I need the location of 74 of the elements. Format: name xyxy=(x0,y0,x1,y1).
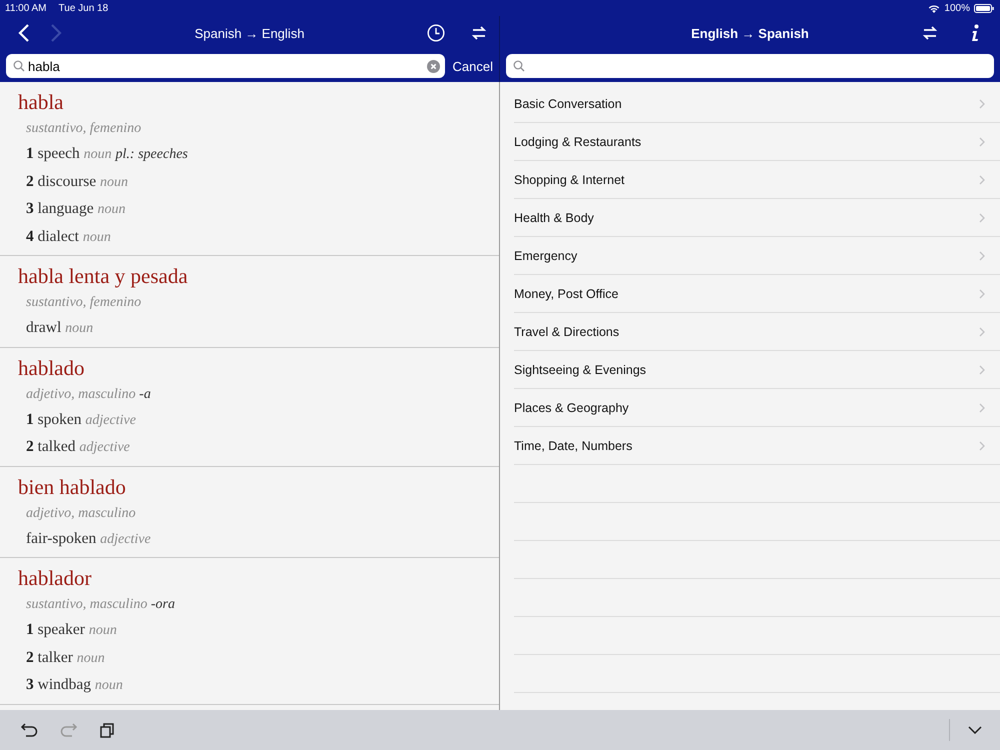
topic-item[interactable]: Basic Conversation xyxy=(514,85,1000,123)
pane-title: English → Spanish xyxy=(690,26,810,40)
clear-icon[interactable] xyxy=(426,60,440,72)
status-date: Tue Jun 18 xyxy=(58,2,108,14)
grammar-label: adjetivo, masculino xyxy=(25,504,137,522)
translation[interactable]: 2 talker noun xyxy=(18,644,499,672)
undo-icon xyxy=(20,722,38,738)
chevron-icon xyxy=(979,174,985,184)
translation[interactable]: 3 language noun xyxy=(18,196,499,224)
search-icon xyxy=(13,60,25,72)
topic-item[interactable]: Emergency xyxy=(514,237,1000,275)
topic-label: Lodging & Restaurants xyxy=(514,134,642,148)
translation[interactable]: 1 speech noun pl.: speeches xyxy=(18,141,499,168)
topic-item[interactable]: Lodging & Restaurants xyxy=(514,123,1000,161)
search-field[interactable] xyxy=(506,54,994,78)
copy-icon xyxy=(100,722,114,738)
translation[interactable]: 4 dialect noun xyxy=(18,224,499,251)
chevron-icon xyxy=(979,288,985,298)
topic-item[interactable]: Places & Geography xyxy=(514,389,1000,427)
redo-icon xyxy=(60,722,78,738)
headword[interactable]: habla xyxy=(18,87,499,117)
headword[interactable]: habla lenta y pesada xyxy=(18,261,499,291)
chevron-icon xyxy=(979,98,985,108)
grammar-label: sustantivo, femenino xyxy=(25,294,142,312)
clock-icon[interactable] xyxy=(427,24,445,42)
topic-label: Travel & Directions xyxy=(514,324,620,338)
topic-label: Basic Conversation xyxy=(514,96,622,110)
chevron-right-icon xyxy=(50,23,62,43)
translation[interactable]: 2 discourse noun xyxy=(18,168,499,196)
headword[interactable]: hablado xyxy=(18,352,499,382)
chevron-icon xyxy=(979,402,985,412)
topic-item[interactable]: Time, Date, Numbers xyxy=(514,427,1000,465)
chevron-icon xyxy=(979,250,985,260)
grammar-label: adjetivo, masculino -a xyxy=(25,386,152,404)
topic-item[interactable]: Money, Post Office xyxy=(514,275,1000,313)
chevron-left-icon xyxy=(18,23,30,43)
headword[interactable]: hablador xyxy=(18,563,499,593)
chevron-icon xyxy=(979,326,985,336)
grammar-label: sustantivo, femenino xyxy=(25,120,142,138)
pane-title: Spanish → English xyxy=(194,26,306,40)
chevron-icon xyxy=(979,212,985,222)
chevron-icon xyxy=(979,440,985,450)
translation[interactable]: 2 talked adjective xyxy=(18,434,499,462)
topic-label: Money, Post Office xyxy=(514,286,618,300)
translation[interactable]: 3 windbag noun xyxy=(18,672,499,700)
topic-item[interactable]: Health & Body xyxy=(514,199,1000,237)
topic-label: Sightseeing & Evenings xyxy=(514,362,646,376)
chevron-icon xyxy=(979,136,985,146)
info-icon[interactable] xyxy=(970,24,980,42)
status-time: 11:00 AM xyxy=(5,2,47,14)
grammar-label: sustantivo, masculino -ora xyxy=(25,596,176,614)
battery-percent: 100% xyxy=(944,2,970,14)
battery-icon xyxy=(974,4,994,12)
topic-label: Time, Date, Numbers xyxy=(514,438,632,452)
topic-label: Places & Geography xyxy=(514,400,629,414)
topic-item[interactable]: Travel & Directions xyxy=(514,313,1000,351)
headword[interactable]: bien hablado xyxy=(18,472,499,502)
topic-item[interactable]: Shopping & Internet xyxy=(514,161,1000,199)
chevron-down-icon xyxy=(968,726,982,734)
translation[interactable]: fair-spoken adjective xyxy=(18,526,499,553)
wifi-icon xyxy=(928,4,940,12)
topic-item[interactable]: Sightseeing & Evenings xyxy=(514,351,1000,389)
topic-label: Health & Body xyxy=(514,210,594,224)
search-icon xyxy=(513,60,525,72)
translation[interactable]: 1 speaker noun xyxy=(18,617,499,644)
topic-label: Emergency xyxy=(514,248,578,262)
search-field[interactable]: habla xyxy=(6,54,445,78)
swap-icon[interactable] xyxy=(922,25,938,41)
chevron-icon xyxy=(979,364,985,374)
translation[interactable]: 1 spoken adjective xyxy=(18,406,499,434)
swap-icon[interactable] xyxy=(471,25,487,41)
topic-label: Shopping & Internet xyxy=(514,172,624,186)
cancel-button[interactable]: Cancel xyxy=(452,58,493,74)
translation[interactable]: drawl noun xyxy=(18,315,499,342)
